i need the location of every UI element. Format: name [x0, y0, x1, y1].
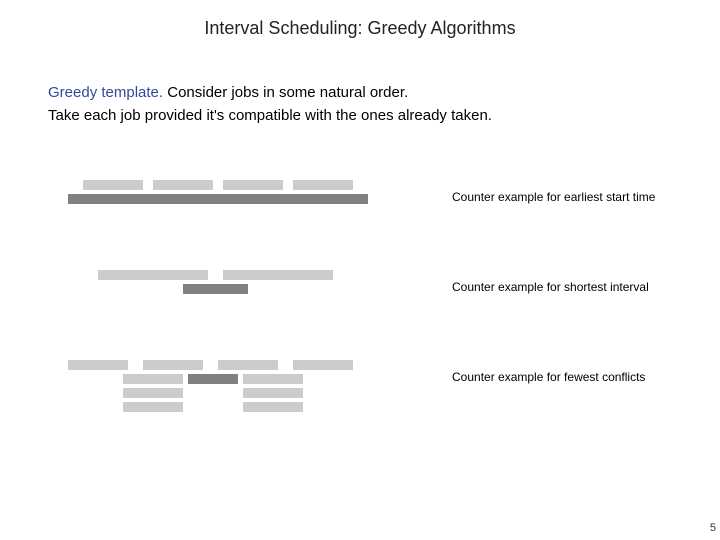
- interval-bar: [68, 194, 368, 204]
- diagrams-area: Counter example for earliest start time …: [48, 180, 672, 480]
- intro-line2: Take each job provided it's compatible w…: [48, 107, 492, 124]
- intro-line1-rest: Consider jobs in some natural order.: [163, 84, 408, 101]
- interval-bar: [68, 360, 128, 370]
- caption-fewest-conflicts: Counter example for fewest conflicts: [452, 370, 672, 384]
- interval-bar: [123, 402, 183, 412]
- caption-shortest-interval: Counter example for shortest interval: [452, 280, 672, 294]
- interval-bar: [188, 374, 238, 384]
- interval-bar: [123, 388, 183, 398]
- interval-bar: [243, 374, 303, 384]
- intro-emph: Greedy template.: [48, 84, 163, 101]
- interval-bar: [223, 180, 283, 190]
- page-number: 5: [710, 522, 716, 534]
- intro-paragraph: Greedy template. Consider jobs in some n…: [48, 82, 672, 127]
- interval-bar: [218, 360, 278, 370]
- interval-bar: [293, 360, 353, 370]
- caption-earliest-start: Counter example for earliest start time: [452, 190, 672, 204]
- interval-bar: [223, 270, 333, 280]
- interval-bar: [98, 270, 208, 280]
- example-earliest-start: Counter example for earliest start time: [48, 180, 672, 260]
- interval-bar: [143, 360, 203, 370]
- interval-bar: [83, 180, 143, 190]
- interval-bar: [183, 284, 248, 294]
- interval-bar: [123, 374, 183, 384]
- page-title: Interval Scheduling: Greedy Algorithms: [0, 0, 720, 39]
- interval-bar: [293, 180, 353, 190]
- interval-bar: [243, 388, 303, 398]
- interval-bar: [243, 402, 303, 412]
- example-fewest-conflicts: Counter example for fewest conflicts: [48, 360, 672, 470]
- example-shortest-interval: Counter example for shortest interval: [48, 270, 672, 350]
- interval-bar: [153, 180, 213, 190]
